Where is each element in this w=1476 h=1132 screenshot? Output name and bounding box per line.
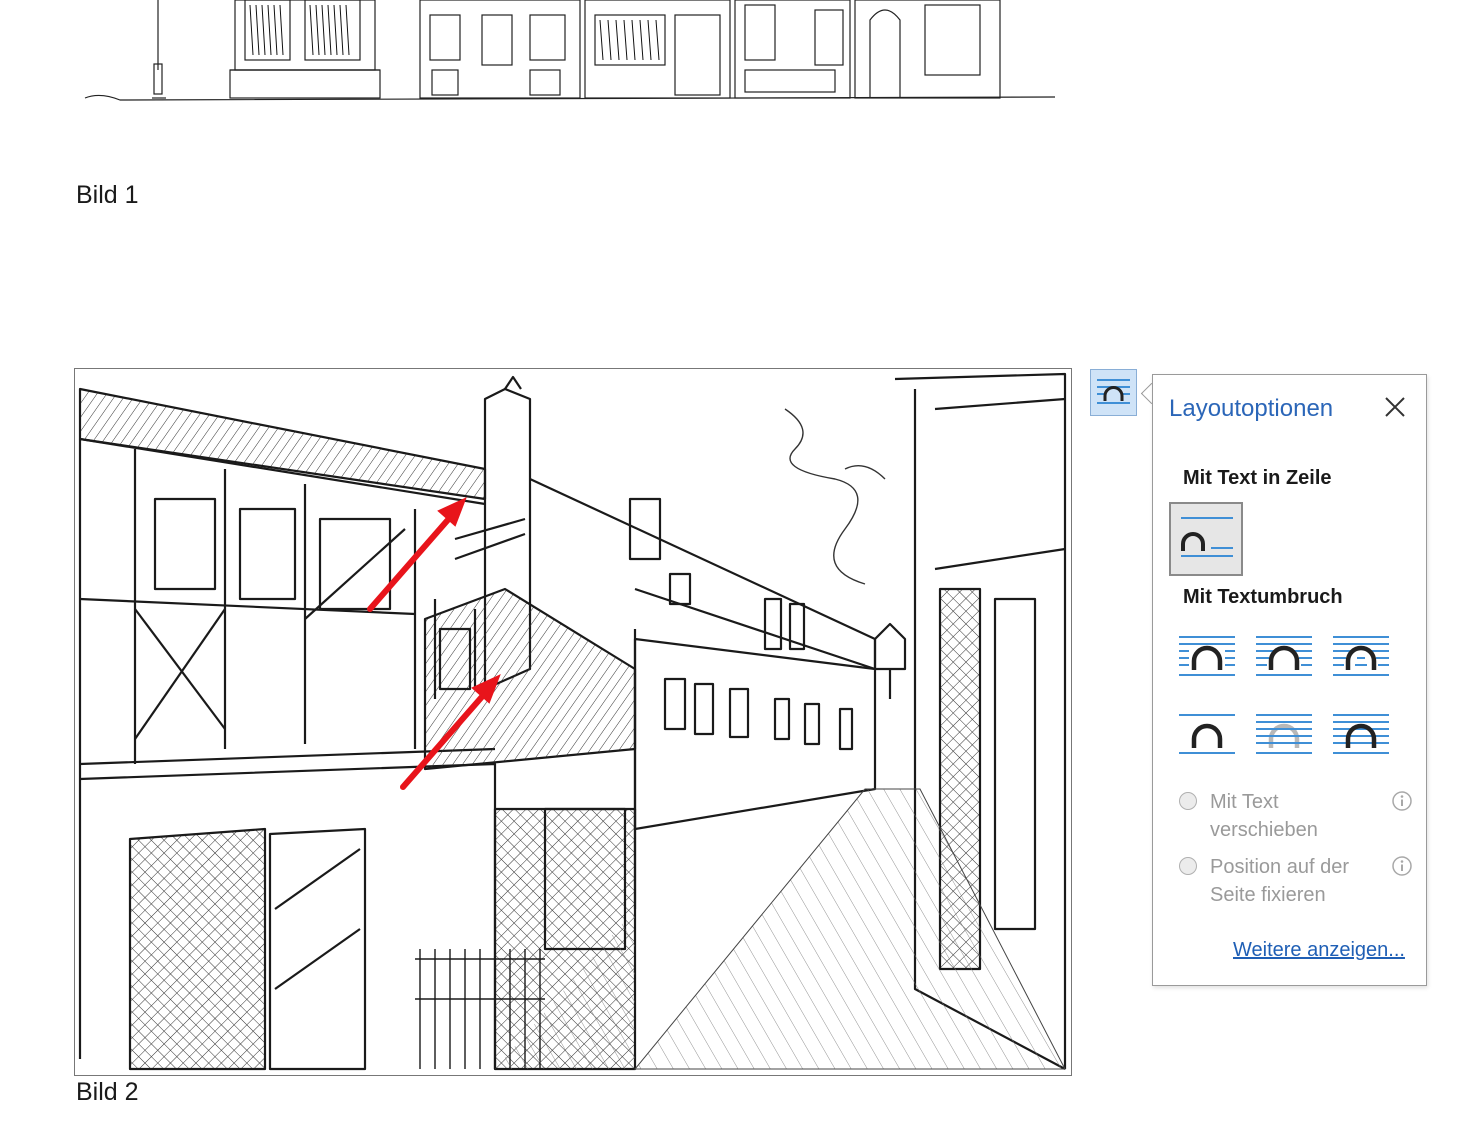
in-front-of-text-option[interactable] bbox=[1331, 711, 1391, 759]
square-wrap-option[interactable] bbox=[1177, 633, 1237, 681]
through-wrap-icon bbox=[1333, 636, 1389, 676]
section-inline-heading: Mit Text in Zeile bbox=[1183, 467, 1332, 489]
picture-2-alley-sketch[interactable] bbox=[74, 368, 1072, 1076]
info-icon[interactable] bbox=[1391, 855, 1413, 877]
fix-position-label-line2: Seite fixieren bbox=[1210, 884, 1326, 906]
fix-position-radio[interactable] bbox=[1179, 857, 1197, 875]
layout-options-button[interactable] bbox=[1090, 369, 1137, 416]
caption-bild-2: Bild 2 bbox=[76, 1078, 139, 1106]
move-with-text-label: Mit Text verschieben bbox=[1210, 788, 1380, 844]
panel-title: Layoutoptionen bbox=[1169, 395, 1334, 422]
in-front-of-text-icon bbox=[1333, 714, 1389, 754]
move-with-text-radio-row: Mit Text verschieben bbox=[1179, 788, 1419, 848]
fix-position-label: Position auf der Seite fixieren bbox=[1210, 853, 1380, 909]
through-wrap-option[interactable] bbox=[1331, 633, 1391, 681]
picture-1-street-sketch bbox=[84, 0, 1056, 101]
tight-wrap-icon bbox=[1256, 636, 1312, 676]
move-with-text-label-line1: Mit Text bbox=[1210, 791, 1279, 813]
show-more-link[interactable]: Weitere anzeigen... bbox=[1233, 939, 1405, 962]
move-with-text-label-line2: verschieben bbox=[1210, 819, 1318, 841]
section-wrap-heading: Mit Textumbruch bbox=[1183, 586, 1343, 608]
tight-wrap-option[interactable] bbox=[1254, 633, 1314, 681]
wrap-text-icon bbox=[1097, 379, 1130, 404]
square-wrap-icon bbox=[1179, 636, 1235, 676]
move-with-text-radio[interactable] bbox=[1179, 792, 1197, 810]
close-button[interactable] bbox=[1381, 393, 1409, 421]
fix-position-radio-row: Position auf der Seite fixieren bbox=[1179, 853, 1419, 913]
top-bottom-wrap-icon bbox=[1179, 714, 1235, 754]
top-bottom-wrap-option[interactable] bbox=[1177, 711, 1237, 759]
layout-options-panel: Layoutoptionen Mit Text in Zeile Mit Tex… bbox=[1152, 374, 1427, 986]
behind-text-option[interactable] bbox=[1254, 711, 1314, 759]
info-icon[interactable] bbox=[1391, 790, 1413, 812]
caption-bild-1: Bild 1 bbox=[76, 181, 139, 209]
inline-with-text-option[interactable] bbox=[1169, 502, 1243, 576]
fix-position-label-line1: Position auf der bbox=[1210, 856, 1349, 878]
close-icon bbox=[1385, 397, 1405, 417]
inline-with-text-icon bbox=[1181, 517, 1233, 557]
behind-text-icon bbox=[1256, 714, 1312, 754]
